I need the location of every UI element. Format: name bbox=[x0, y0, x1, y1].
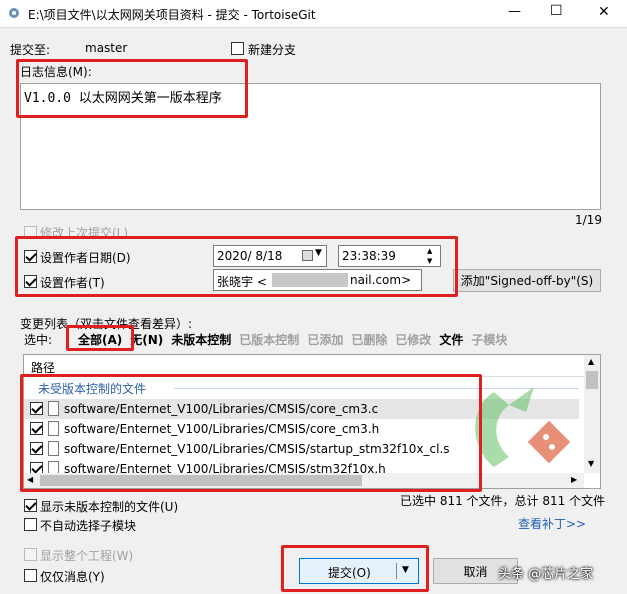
author-date-label: 设置作者日期(D) bbox=[40, 251, 131, 265]
scroll-up-icon[interactable]: ▲ bbox=[588, 357, 594, 366]
time-spin-down-icon[interactable]: ▼ bbox=[427, 257, 432, 265]
file-checkbox[interactable] bbox=[30, 402, 43, 415]
cancel-button-label: 取消 bbox=[463, 564, 488, 579]
amend-checkbox[interactable] bbox=[24, 226, 37, 239]
title-bar: E:\项目文件\以太网网关项目资料 - 提交 - TortoiseGit — ☐… bbox=[0, 0, 627, 28]
tortoisegit-logo-icon bbox=[475, 387, 571, 467]
group-header: 未受版本控制的文件 bbox=[38, 382, 147, 396]
hscroll-thumb[interactable] bbox=[40, 475, 362, 486]
show-unversioned-checkbox[interactable] bbox=[24, 499, 37, 512]
filter-all[interactable]: 全部(A) bbox=[78, 331, 122, 348]
no-auto-submodule-label: 不自动选择子模块 bbox=[40, 519, 137, 533]
view-patch-link[interactable]: 查看补丁>> bbox=[518, 515, 586, 532]
summary-text: 已选中 811 个文件，总计 811 个文件 bbox=[400, 494, 606, 508]
show-whole-project-checkbox[interactable] bbox=[24, 548, 37, 561]
file-list[interactable]: 路径 未受版本控制的文件 software/Enternet_V100/Libr… bbox=[23, 354, 601, 489]
commit-split-divider bbox=[396, 563, 397, 579]
filter-unversioned[interactable]: 未版本控制 bbox=[171, 331, 231, 348]
scroll-down-icon[interactable]: ▼ bbox=[588, 459, 594, 468]
message-only-checkbox[interactable] bbox=[24, 569, 37, 582]
show-whole-project-label: 显示整个工程(W) bbox=[40, 549, 134, 563]
app-icon bbox=[7, 6, 21, 20]
file-path: software/Enternet_V100/Libraries/CMSIS/s… bbox=[64, 442, 450, 456]
new-branch-checkbox[interactable] bbox=[231, 42, 244, 55]
author-redacted bbox=[272, 273, 348, 287]
filter-submodules[interactable]: 子模块 bbox=[471, 331, 507, 348]
log-counter: 1/19 bbox=[575, 213, 602, 227]
amend-label: 修改上次提交(L) bbox=[40, 226, 129, 240]
log-message-text: V1.0.0 以太网网关第一版本程序 bbox=[24, 91, 222, 106]
date-picker[interactable]: 2020/ 8/18 ▼ bbox=[213, 245, 327, 267]
file-icon bbox=[48, 441, 59, 456]
file-checkbox[interactable] bbox=[30, 422, 43, 435]
no-auto-submodule-checkbox[interactable] bbox=[24, 518, 37, 531]
file-icon bbox=[48, 401, 59, 416]
filter-deleted[interactable]: 已删除 bbox=[351, 331, 387, 348]
changes-label: 变更列表（双击文件查看差异）: bbox=[20, 317, 193, 331]
filter-files[interactable]: 文件 bbox=[439, 331, 463, 348]
time-picker[interactable]: 23:38:39 ▲ ▼ bbox=[338, 245, 441, 267]
branch-name: master bbox=[85, 41, 128, 55]
author-label: 设置作者(T) bbox=[40, 276, 105, 290]
calendar-icon[interactable] bbox=[302, 250, 313, 261]
file-path: software/Enternet_V100/Libraries/CMSIS/c… bbox=[64, 402, 379, 416]
chevron-down-icon[interactable]: ▼ bbox=[315, 248, 322, 258]
watermark-text: 头条 @芯片之家 bbox=[498, 567, 594, 582]
author-value-prefix: 张晓宇 < bbox=[217, 275, 267, 289]
commit-button-label: 提交(O) bbox=[328, 566, 371, 580]
author-input[interactable]: 张晓宇 < nail.com> bbox=[213, 269, 422, 291]
filter-modified[interactable]: 已修改 bbox=[395, 331, 431, 348]
filter-added[interactable]: 已添加 bbox=[307, 331, 343, 348]
filter-none[interactable]: 无(N) bbox=[130, 331, 163, 348]
signed-off-button[interactable]: 添加"Signed-off-by"(S) bbox=[453, 269, 601, 292]
file-path: software/Enternet_V100/Libraries/CMSIS/c… bbox=[64, 422, 380, 436]
signed-off-label: 添加"Signed-off-by"(S) bbox=[460, 274, 594, 288]
author-checkbox[interactable] bbox=[24, 275, 37, 288]
window-title: E:\项目文件\以太网网关项目资料 - 提交 - TortoiseGit bbox=[28, 8, 316, 22]
message-only-label: 仅仅消息(Y) bbox=[40, 570, 105, 584]
column-header-path[interactable]: 路径 bbox=[31, 359, 55, 376]
filter-bar: 全部(A) 无(N) 未版本控制 已版本控制 已添加 已删除 已修改 文件 子模… bbox=[78, 331, 507, 348]
show-unversioned-label: 显示未版本控制的文件(U) bbox=[40, 500, 179, 514]
file-icon bbox=[48, 421, 59, 436]
select-label: 选中: bbox=[24, 333, 53, 347]
scroll-thumb[interactable] bbox=[586, 371, 598, 389]
scroll-left-icon[interactable]: ◀ bbox=[27, 475, 33, 484]
log-message-input[interactable]: V1.0.0 以太网网关第一版本程序 bbox=[20, 83, 601, 210]
commit-to-label: 提交至: bbox=[10, 43, 51, 57]
author-date-checkbox[interactable] bbox=[24, 250, 37, 263]
author-value-suffix: nail.com> bbox=[350, 273, 412, 287]
log-label: 日志信息(M): bbox=[20, 65, 92, 79]
file-checkbox[interactable] bbox=[30, 442, 43, 455]
time-value: 23:38:39 bbox=[342, 249, 396, 263]
maximize-button[interactable]: ☐ bbox=[550, 3, 563, 19]
minimize-button[interactable]: — bbox=[508, 4, 521, 19]
commit-button[interactable]: 提交(O) ▼ bbox=[299, 558, 419, 584]
close-button[interactable]: ✕ bbox=[598, 4, 610, 20]
date-value: 2020/ 8/18 bbox=[217, 249, 283, 263]
vertical-scrollbar[interactable]: ▲ ▼ bbox=[584, 355, 600, 473]
filter-versioned[interactable]: 已版本控制 bbox=[239, 331, 299, 348]
time-spin-up-icon[interactable]: ▲ bbox=[427, 247, 432, 255]
new-branch-label: 新建分支 bbox=[248, 43, 297, 57]
chevron-down-icon[interactable]: ▼ bbox=[402, 565, 409, 575]
